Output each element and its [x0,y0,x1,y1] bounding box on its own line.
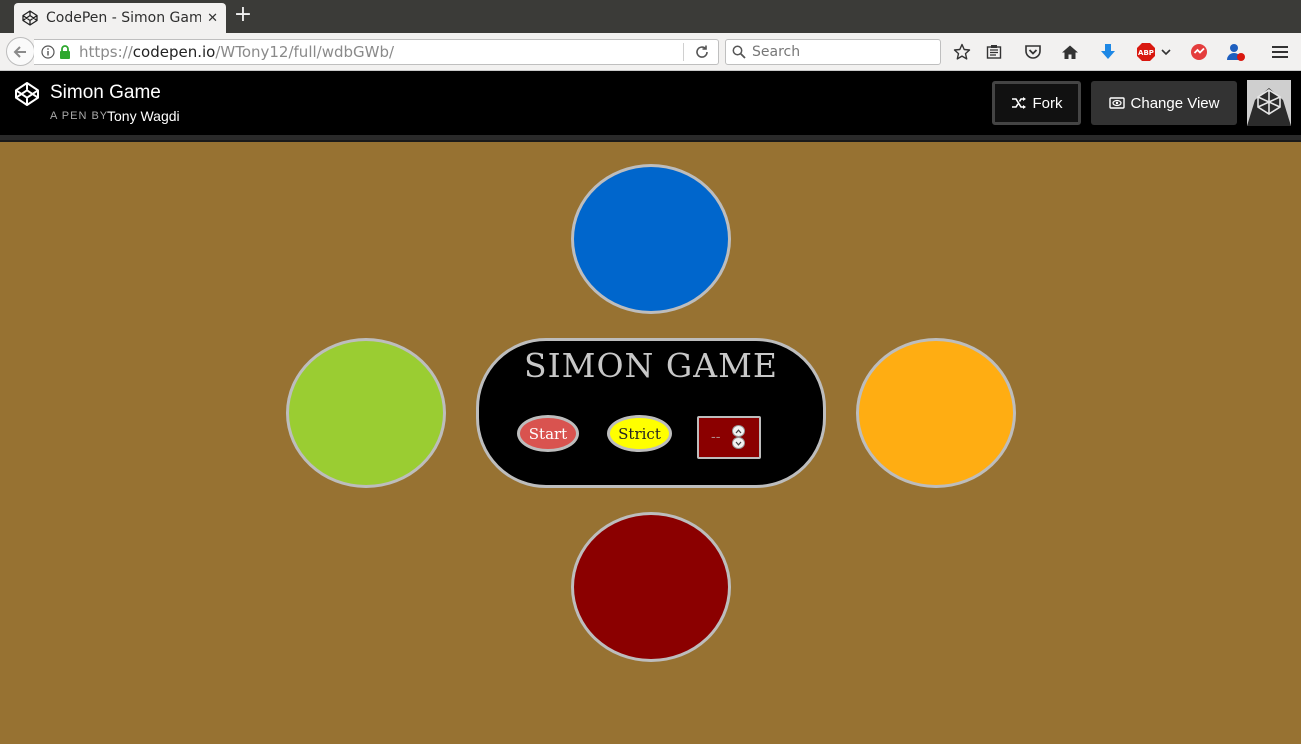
search-icon [732,45,746,59]
url-text[interactable]: https://codepen.io/WTony12/full/wdbGWb/ [79,43,394,61]
pen-title: Simon Game [50,82,161,103]
start-button[interactable]: Start [517,415,579,452]
info-icon[interactable] [41,45,55,59]
orange-pad[interactable] [856,338,1016,488]
chevron-down-icon [735,441,742,446]
eye-icon [1108,97,1125,109]
url-path: /WTony12/full/wdbGWb/ [215,43,395,61]
reload-icon[interactable] [694,44,710,60]
adblock-icon[interactable]: ABP [1136,42,1156,62]
back-button[interactable] [6,37,35,66]
strict-label: Strict [618,424,661,443]
pen-author-link[interactable]: Tony Wagdi [107,108,180,124]
fork-button[interactable]: Fork [992,81,1081,125]
codepen-logo-icon[interactable] [14,81,40,107]
count-increment-button[interactable] [732,425,745,437]
game-console: SIMON GAME Start Strict -- [476,338,826,488]
lastpass-icon[interactable] [1189,42,1209,62]
codepen-header: Simon Game A PEN BY Tony Wagdi Fork Chan… [0,71,1301,135]
header-divider [0,135,1301,142]
new-tab-button[interactable]: + [232,4,254,28]
url-host: codepen.io [132,43,216,61]
change-view-button[interactable]: Change View [1091,81,1237,125]
pocket-icon[interactable] [1023,42,1043,62]
fork-label: Fork [1032,94,1063,112]
count-value: -- [711,429,721,445]
bookmark-star-icon[interactable] [952,42,972,62]
red-pad[interactable] [571,512,731,662]
browser-tab-bar: CodePen - Simon Game ✕ + [0,0,1301,33]
url-scheme: https:// [79,43,133,61]
reading-list-icon[interactable] [984,42,1004,62]
change-view-label: Change View [1130,94,1220,112]
green-pad[interactable] [286,338,446,488]
count-decrement-button[interactable] [732,437,745,449]
svg-text:ABP: ABP [1138,49,1154,57]
download-icon[interactable] [1098,42,1118,62]
user-avatar[interactable] [1247,80,1291,126]
codepen-favicon-icon [22,10,38,26]
url-bar[interactable]: https://codepen.io/WTony12/full/wdbGWb/ [34,39,719,65]
search-placeholder: Search [752,44,801,60]
avatar-image [1247,80,1291,126]
blue-pad[interactable] [571,164,731,314]
strict-button[interactable]: Strict [607,415,672,452]
search-bar[interactable]: Search [725,39,941,65]
game-title: SIMON GAME [524,346,778,385]
count-input[interactable]: -- [697,416,761,459]
tab-close-icon[interactable]: ✕ [207,11,218,26]
browser-tab[interactable]: CodePen - Simon Game ✕ [14,3,226,33]
home-icon[interactable] [1060,42,1080,62]
back-arrow-icon [13,45,26,58]
start-label: Start [528,424,568,443]
lock-icon [60,45,70,59]
browser-nav-bar: https://codepen.io/WTony12/full/wdbGWb/ … [0,33,1301,71]
account-icon[interactable] [1226,42,1246,62]
chevron-up-icon [735,428,742,433]
adblock-dropdown-chevron-icon[interactable] [1159,42,1173,62]
tab-title: CodePen - Simon Game [46,10,202,26]
fork-icon [1011,97,1026,109]
url-separator [683,43,684,61]
pen-by-label: A PEN BY [50,110,109,122]
hamburger-menu-icon[interactable] [1270,42,1290,62]
